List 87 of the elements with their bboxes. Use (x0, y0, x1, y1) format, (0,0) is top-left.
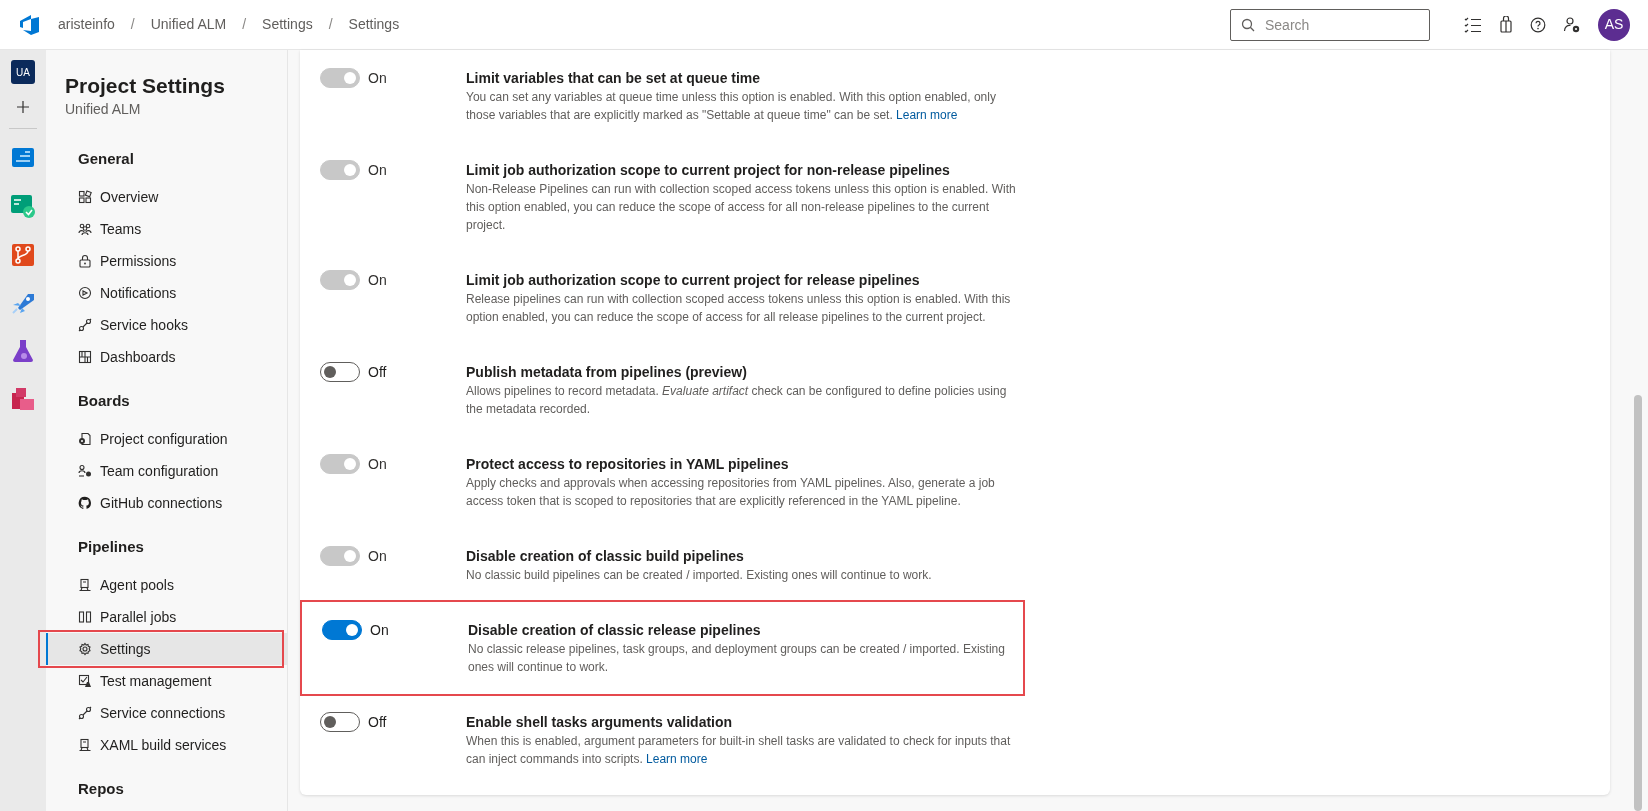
setting-description: No classic release pipelines, task groups, and deployment groups can be created / imported. Existing ones will continue to work. (468, 641, 1006, 676)
toggle-label: Off (368, 363, 387, 382)
setting-description: Allows pipelines to record metadata. Evaluate artifact check can be configured to define policies using the metadata recorded. (466, 383, 1008, 418)
learn-more-link[interactable]: Learn more (646, 752, 708, 766)
nav-item[interactable]: Test management (46, 665, 287, 697)
search-icon (1241, 17, 1255, 32)
nav-item[interactable]: Service hooks (46, 309, 287, 341)
nav-item[interactable]: Overview (46, 181, 287, 213)
repos-icon[interactable] (11, 243, 35, 267)
scrollbar-thumb[interactable] (1634, 395, 1642, 811)
user-avatar[interactable]: AS (1598, 8, 1630, 41)
nav-item[interactable]: Dashboards (46, 341, 287, 373)
nav-item[interactable]: Teams (46, 213, 287, 245)
setting-title: Limit variables that can be set at queue time (466, 69, 762, 88)
nav-item[interactable]: Notifications (46, 277, 287, 309)
help-icon[interactable] (1530, 16, 1546, 33)
nav-item[interactable]: Settings (46, 633, 287, 665)
setting-description: You can set any variables at queue time unless this option is enabled. With this option enabled, only those variables that are explicitly marked as "Settable at queue time" can be set. Learn more (466, 89, 997, 124)
breadcrumb-link[interactable]: Settings (348, 14, 400, 35)
toggle-label: On (368, 69, 387, 88)
setting-description: No classic build pipelines can be created / imported. Existing ones will continue to work. (466, 567, 933, 584)
breadcrumb-link[interactable]: Settings (262, 14, 313, 35)
grid-icon (78, 190, 92, 204)
boards-icon[interactable] (11, 145, 35, 169)
setting-title: Disable creation of classic release pipelines (468, 621, 762, 640)
toggle-label: On (370, 621, 389, 640)
nav-item[interactable]: XAML build services (46, 729, 287, 761)
setting-description: Non-Release Pipelines can run with collection scoped access tokens unless this option is enabled. With this option enabled, you can reduce the scope of access for all non-release pipelines to the current project. (466, 181, 1017, 234)
azure-devops-logo-icon[interactable] (18, 12, 42, 37)
setting-description: Release pipelines can run with collection scoped access tokens unless this option is enabled. With this option enabled, you can reduce the scope of access for all release pipelines to the current project. (466, 291, 1012, 326)
plug-icon (78, 706, 92, 720)
people-icon (78, 222, 92, 236)
shopping-bag-icon[interactable] (1499, 16, 1513, 33)
setting-title: Publish metadata from pipelines (preview) (466, 363, 748, 382)
section-heading: Repos (78, 779, 124, 799)
section-heading: General (78, 149, 134, 169)
toggle-switch[interactable] (320, 712, 360, 732)
document-gear-icon (78, 432, 92, 446)
setting-title: Limit job authorization scope to current project for non-release pipelines (466, 161, 951, 180)
artifacts-icon[interactable] (11, 387, 35, 411)
toggle-label: On (368, 455, 387, 474)
flask-icon[interactable] (11, 339, 35, 363)
section-heading: Pipelines (78, 537, 144, 557)
project-badge[interactable]: UA (11, 60, 35, 84)
breadcrumb-link[interactable]: Unified ALM (150, 14, 227, 35)
nav-item[interactable]: Service connections (46, 697, 287, 729)
project-name: Unified ALM (65, 100, 142, 118)
nav-item[interactable]: Parallel jobs (46, 601, 287, 633)
breadcrumb-separator: / (130, 15, 135, 34)
toggle-label: On (368, 271, 387, 290)
toggle-label: On (368, 161, 387, 180)
user-settings-icon[interactable] (1563, 15, 1581, 34)
checklist-icon[interactable] (1464, 16, 1482, 33)
checkbox-flask-icon (78, 674, 92, 688)
sidebar-title: Project Settings (65, 73, 226, 99)
nav-item[interactable]: Agent pools (46, 569, 287, 601)
search-field[interactable]: Search (1230, 8, 1430, 41)
columns-icon (78, 610, 92, 624)
server-icon (78, 578, 92, 592)
toggle-switch[interactable] (320, 362, 360, 382)
setting-description: Apply checks and approvals when accessing repositories from YAML pipelines. Also, generate a job access token that is scoped to repositories that are explicitly referenced in the YAML pipeline. (466, 475, 996, 510)
dashboard-icon (78, 350, 92, 364)
nav-item[interactable]: GitHub connections (46, 487, 287, 519)
toggle-switch[interactable] (322, 620, 362, 640)
breadcrumb-separator: / (328, 15, 333, 34)
github-icon (78, 496, 92, 510)
nav-item[interactable]: Project configuration (46, 423, 287, 455)
setting-description: When this is enabled, argument parameters for built-in shell tasks are validated to check for inputs that can inject commands into scripts. Learn more (466, 733, 1012, 768)
setting-title: Disable creation of classic build pipelines (466, 547, 745, 566)
test-board-icon[interactable] (10, 193, 36, 219)
setting-title: Enable shell tasks arguments validation (466, 713, 734, 732)
breadcrumb-link[interactable]: aristeinfo (58, 14, 115, 35)
plug-icon (78, 318, 92, 332)
people-gear-icon (78, 464, 92, 478)
nav-item[interactable]: Team configuration (46, 455, 287, 487)
lock-icon (78, 254, 92, 268)
toggle-label: On (368, 547, 387, 566)
setting-title: Protect access to repositories in YAML pipelines (466, 455, 790, 474)
toggle-label: Off (368, 713, 387, 732)
server-icon (78, 738, 92, 752)
plus-icon[interactable] (16, 100, 30, 114)
pipelines-icon[interactable] (11, 291, 35, 315)
setting-title: Limit job authorization scope to current project for release pipelines (466, 271, 921, 290)
nav-item[interactable]: Permissions (46, 245, 287, 277)
breadcrumb-separator: / (242, 15, 247, 34)
section-heading: Boards (78, 391, 130, 411)
settings-icon (78, 642, 92, 656)
